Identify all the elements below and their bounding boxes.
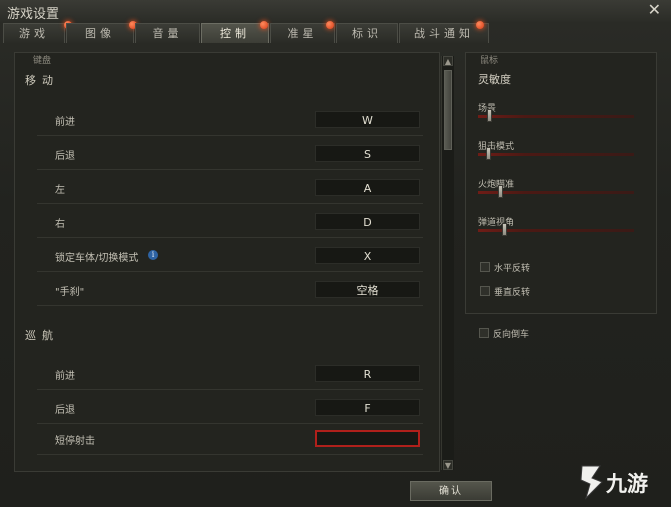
keybind-label: 右: [55, 219, 65, 230]
info-icon[interactable]: i: [148, 250, 158, 260]
sensitivity-title: 灵敏度: [478, 73, 511, 86]
scrollbar[interactable]: ▲ ▼: [441, 56, 454, 470]
keybind-row[interactable]: 锁定车体/切换模式 i X: [15, 243, 425, 277]
mouse-panel: 鼠标 灵敏度 场景 狙击模式 火炮瞄准 弹道视角 水平反转 垂直反: [465, 52, 657, 314]
tab-markers[interactable]: 标识: [336, 23, 398, 43]
slider-label: 火炮瞄准: [478, 180, 515, 190]
row-divider: [37, 389, 423, 390]
tab-crosshair[interactable]: 准星: [270, 21, 335, 43]
keybind-label: 前进: [55, 371, 75, 382]
tab-label: 标识: [352, 27, 382, 40]
keybind-row[interactable]: 右 D: [15, 209, 425, 243]
keybind-field[interactable]: A: [315, 179, 420, 196]
tab-label: 准星: [287, 27, 318, 40]
row-divider: [37, 203, 423, 204]
tab-bar: 游戏 图像 音量 控制 准星 标识 战斗通知: [3, 21, 668, 45]
slider-ballistic-view[interactable]: 弹道视角: [478, 215, 638, 243]
keybind-label: "手刹": [55, 287, 85, 298]
row-divider: [37, 271, 423, 272]
slider-handle[interactable]: [498, 185, 503, 198]
keybind-label: 后退: [55, 151, 75, 162]
keybind-row[interactable]: 前进 W: [15, 107, 425, 141]
keybind-label: 锁定车体/切换模式: [55, 253, 139, 264]
window-title: 游戏设置: [7, 7, 60, 22]
keybind-row[interactable]: "手刹" 空格: [15, 277, 425, 311]
checkbox-label: 水平反转: [494, 264, 531, 274]
tab-label: 战斗通知: [414, 27, 474, 40]
tab-game[interactable]: 游戏: [3, 21, 72, 43]
notification-dot: [476, 21, 484, 29]
title-bar: 游戏设置 ✕: [0, 0, 671, 22]
section-title-cruise: 巡航: [25, 329, 59, 342]
slider-handle[interactable]: [487, 109, 492, 122]
keybind-field-active[interactable]: [315, 430, 420, 447]
row-divider: [37, 169, 423, 170]
keybind-field[interactable]: X: [315, 247, 420, 264]
notification-dot: [260, 21, 268, 29]
row-divider: [37, 237, 423, 238]
checkbox-box[interactable]: [480, 262, 490, 272]
slider-handle[interactable]: [502, 223, 507, 236]
tab-label: 控制: [220, 27, 250, 40]
keybind-field[interactable]: D: [315, 213, 420, 230]
row-divider: [37, 135, 423, 136]
tab-controls[interactable]: 控制: [201, 21, 269, 43]
close-icon[interactable]: ✕: [648, 1, 661, 19]
slider-artillery-aim[interactable]: 火炮瞄准: [478, 177, 638, 205]
keybind-label: 短停射击: [55, 436, 95, 447]
scroll-up-icon[interactable]: ▲: [443, 56, 453, 66]
confirm-button[interactable]: 确认: [410, 481, 492, 501]
keybind-label: 左: [55, 185, 65, 196]
keybind-row[interactable]: 前进 R: [15, 361, 425, 395]
keybind-field[interactable]: R: [315, 365, 420, 382]
keybind-field[interactable]: S: [315, 145, 420, 162]
slider-track[interactable]: [478, 115, 634, 118]
slider-label: 弹道视角: [478, 218, 515, 228]
watermark-text: 九游: [606, 472, 648, 496]
mouse-panel-label: 鼠标: [480, 56, 499, 66]
keybind-label: 前进: [55, 117, 75, 128]
row-divider: [37, 305, 423, 306]
slider-track[interactable]: [478, 153, 634, 156]
tab-label: 音量: [152, 27, 183, 40]
keybind-field[interactable]: F: [315, 399, 420, 416]
scroll-down-icon[interactable]: ▼: [443, 460, 453, 470]
section-title-movement: 移动: [25, 74, 59, 87]
keyboard-panel-label: 键盘: [33, 56, 52, 66]
tab-label: 游戏: [19, 27, 49, 40]
keybind-field[interactable]: W: [315, 111, 420, 128]
row-divider: [37, 423, 423, 424]
slider-handle[interactable]: [486, 147, 491, 160]
settings-window: 游戏设置 ✕ 游戏 图像 音量 控制 准星 标识 战斗通知 键盘 移动 前进 W…: [0, 0, 671, 507]
checkbox-label: 垂直反转: [494, 288, 531, 298]
checkbox-box[interactable]: [479, 328, 489, 338]
row-divider: [37, 454, 423, 455]
tab-battle-notifications[interactable]: 战斗通知: [399, 21, 489, 43]
checkbox-label: 反向倒车: [493, 330, 530, 340]
scroll-thumb[interactable]: [444, 70, 452, 150]
tab-sound[interactable]: 音量: [135, 23, 200, 43]
tab-label: 图像: [85, 27, 115, 40]
keyboard-panel: 键盘 移动 前进 W 后退 S 左 A 右 D 锁定车体/切换模式 i X "手…: [14, 52, 440, 472]
slider-label: 狙击模式: [478, 142, 515, 152]
keybind-row[interactable]: 短停射击: [15, 426, 425, 460]
notification-dot: [326, 21, 334, 29]
watermark-logo-icon: [580, 465, 603, 500]
slider-scene[interactable]: 场景: [478, 101, 638, 129]
keybind-label: 后退: [55, 405, 75, 416]
keybind-row[interactable]: 后退 F: [15, 395, 425, 429]
keybind-row[interactable]: 左 A: [15, 175, 425, 209]
tab-graphics[interactable]: 图像: [66, 21, 137, 43]
keybind-row[interactable]: 后退 S: [15, 141, 425, 175]
keybind-field[interactable]: 空格: [315, 281, 420, 298]
watermark: 九游: [574, 462, 669, 502]
checkbox-box[interactable]: [480, 286, 490, 296]
slider-sniper-mode[interactable]: 狙击模式: [478, 139, 638, 167]
